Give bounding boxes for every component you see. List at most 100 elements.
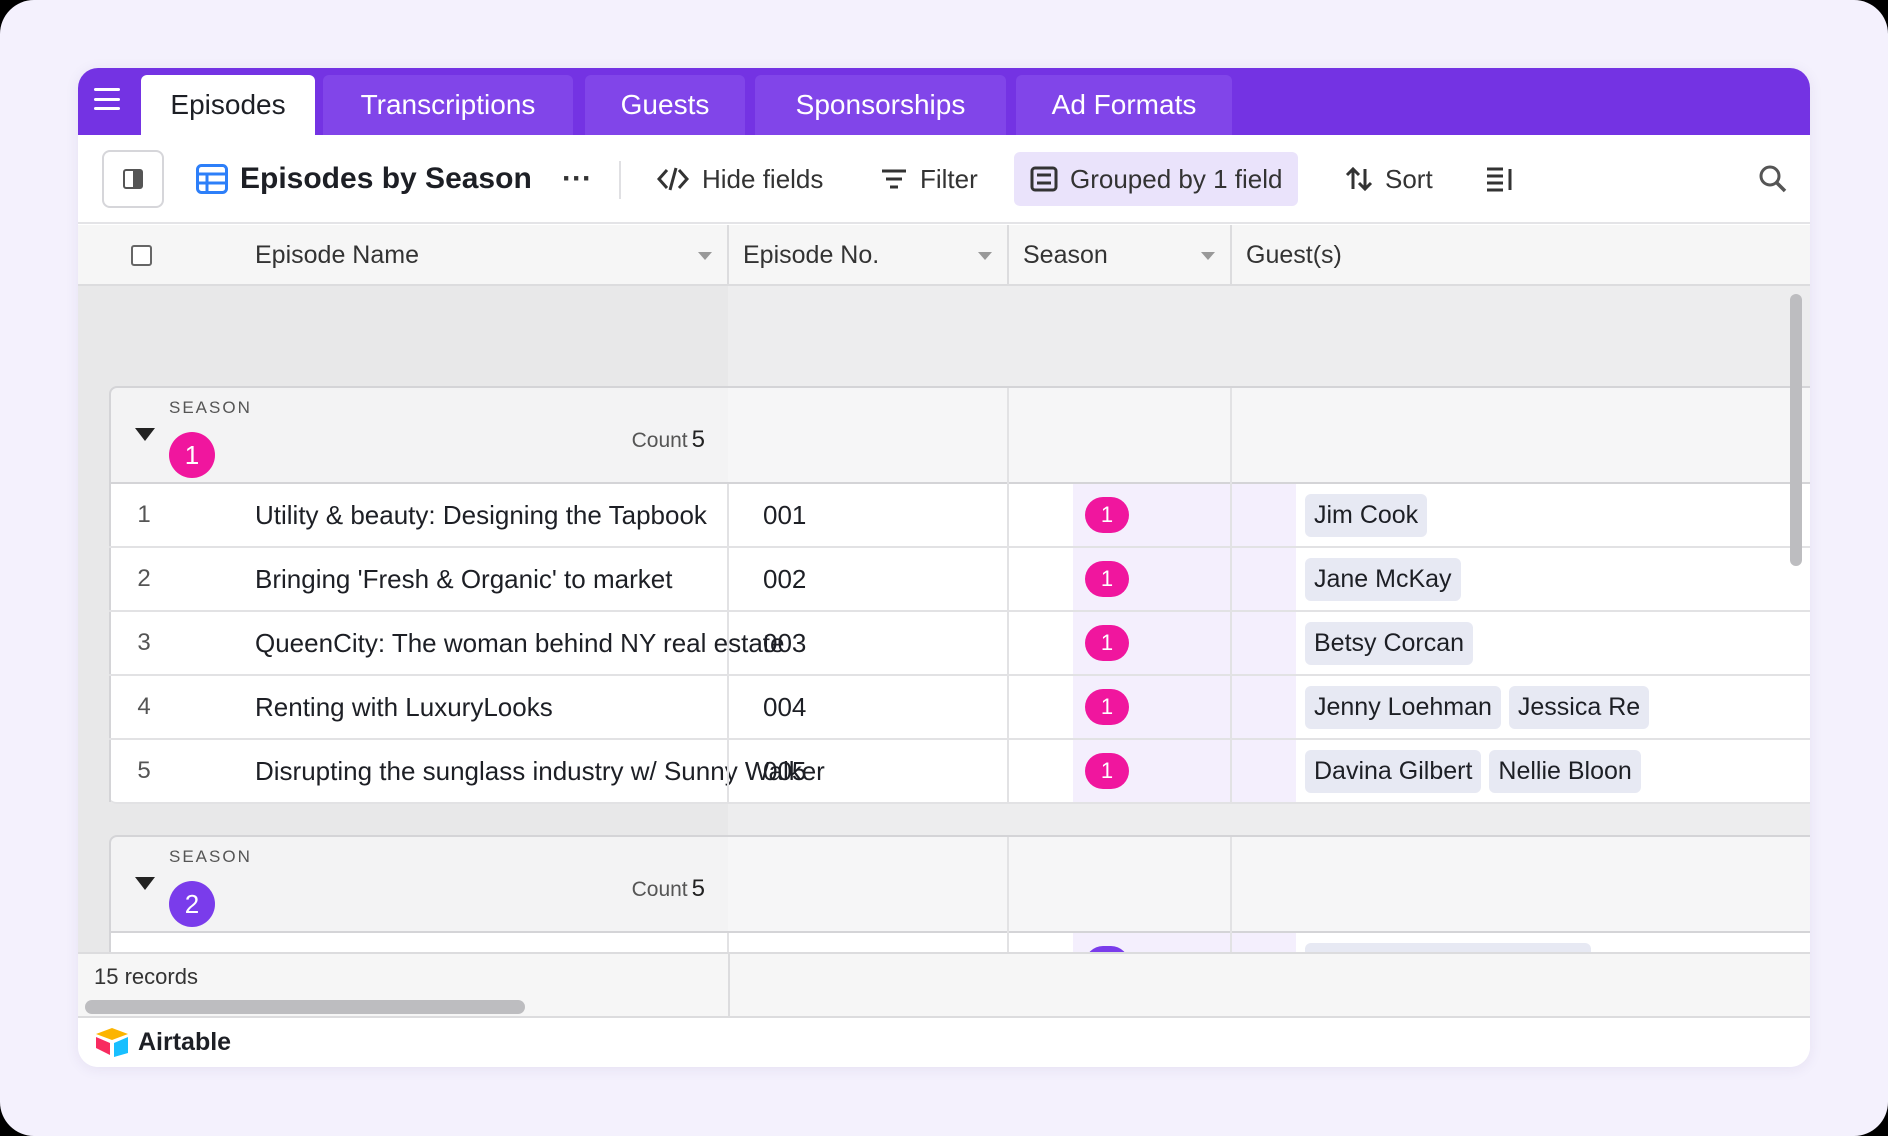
guest-cell[interactable]: Jenny Loehman Jessica Re — [1297, 676, 1810, 738]
table-row[interactable]: 1 Utility & beauty: Designing the Tapboo… — [109, 484, 1810, 548]
episode-name-cell[interactable]: Renting with LuxuryLooks — [255, 676, 553, 738]
group-count: Count 5 — [631, 875, 705, 902]
filter-label: Filter — [920, 163, 978, 194]
guest-chip[interactable]: Jane McKay — [1305, 558, 1461, 601]
episode-no-cell[interactable]: 001 — [763, 484, 806, 546]
table-tab-bar: Episodes Transcriptions Guests Sponsorsh… — [78, 68, 1810, 135]
sidebar-toggle-button[interactable] — [102, 150, 164, 208]
column-header-guests[interactable]: Guest(s) — [1232, 225, 1810, 286]
collapse-triangle-icon[interactable] — [135, 877, 155, 890]
group-icon — [1030, 166, 1058, 192]
guest-cell[interactable]: Davina Gilbert Nellie Bloon — [1297, 740, 1810, 802]
season-cell[interactable]: 1 — [1073, 484, 1296, 546]
toolbar-divider — [619, 161, 621, 199]
vertical-scrollbar[interactable] — [1790, 294, 1802, 566]
column-label: Episode No. — [743, 241, 880, 269]
sort-label: Sort — [1385, 163, 1433, 194]
hide-fields-button[interactable]: Hide fields — [656, 152, 823, 206]
group-header-season-2[interactable]: SEASON 2 Count 5 — [109, 835, 729, 933]
column-header-row: Episode Name Episode No. Season Guest(s) — [78, 225, 1810, 286]
row-height-icon — [1487, 167, 1512, 192]
group-field-label: SEASON — [169, 398, 252, 417]
guest-cell[interactable]: Jane McKay — [1297, 548, 1810, 610]
guest-chip[interactable]: Stacie Phillips-Blackwell — [1305, 943, 1592, 952]
episode-name-cell[interactable]: QueenCity: The woman behind NY real esta… — [255, 612, 784, 674]
episode-name-cell[interactable]: Bringing 'Fresh & Organic' to market — [255, 548, 672, 610]
chevron-down-icon[interactable] — [698, 252, 712, 260]
episode-no-cell[interactable]: 005 — [763, 740, 806, 802]
season-pill: 1 — [1085, 689, 1129, 725]
row-number: 4 — [137, 693, 151, 720]
tab-guests[interactable]: Guests — [585, 75, 745, 135]
guest-chip[interactable]: Jim Cook — [1305, 494, 1428, 537]
table-row[interactable]: 5 Disrupting the sunglass industry w/ Su… — [109, 740, 1810, 804]
season-cell[interactable]: 1 — [1073, 676, 1296, 738]
column-label: Guest(s) — [1246, 241, 1342, 269]
group-button[interactable]: Grouped by 1 field — [1014, 152, 1299, 206]
row-number: 5 — [137, 757, 151, 784]
filter-icon — [882, 169, 906, 189]
episode-no-cell[interactable]: 006 — [763, 933, 806, 953]
guest-chip[interactable]: Jessica Re — [1508, 686, 1650, 729]
column-label: Episode Name — [255, 241, 419, 269]
group-header-season-1[interactable]: SEASON 1 Count 5 — [109, 386, 729, 484]
select-all-checkbox[interactable] — [131, 245, 152, 266]
guest-cell[interactable]: Jim Cook — [1297, 484, 1810, 546]
brand-bar: Airtable — [78, 1018, 1810, 1067]
grid-footer: 15 records — [78, 952, 1810, 1018]
group-season-badge: 1 — [169, 432, 215, 478]
chevron-down-icon[interactable] — [978, 252, 992, 260]
row-number: 1 — [137, 501, 151, 528]
episode-no-cell[interactable]: 002 — [763, 548, 806, 610]
table-row[interactable]: 2 Bringing 'Fresh & Organic' to market 0… — [109, 548, 1810, 612]
tab-episodes[interactable]: Episodes — [141, 75, 315, 135]
search-button[interactable] — [1758, 152, 1788, 206]
tab-sponsorships[interactable]: Sponsorships — [755, 75, 1006, 135]
table-row[interactable]: 3 QueenCity: The woman behind NY real es… — [109, 612, 1810, 676]
column-header-episode-name[interactable]: Episode Name — [241, 225, 728, 286]
guest-cell[interactable]: Betsy Corcan — [1297, 612, 1810, 674]
episode-name-cell[interactable]: How HandyBunny helped define an economy — [255, 933, 775, 953]
episode-name-cell[interactable]: Disrupting the sunglass industry w/ Sunn… — [255, 740, 825, 802]
sidebar-icon — [123, 169, 143, 189]
episode-no-cell[interactable]: 003 — [763, 612, 806, 674]
episode-name-cell[interactable]: Utility & beauty: Designing the Tapbook — [255, 484, 707, 546]
column-divider — [1007, 225, 1009, 286]
row-height-button[interactable] — [1485, 152, 1515, 206]
more-icon: ··· — [562, 162, 592, 195]
table-row[interactable]: 6 How HandyBunny helped define an econom… — [109, 933, 1810, 952]
group-season-badge: 2 — [169, 881, 215, 927]
table-row[interactable]: 4 Renting with LuxuryLooks 004 1 Jenny L… — [109, 676, 1810, 740]
guest-chip[interactable]: Jenny Loehman — [1305, 686, 1501, 729]
collapse-triangle-icon[interactable] — [135, 428, 155, 441]
brand-name: Airtable — [138, 1027, 232, 1056]
guest-chip[interactable]: Nellie Bloon — [1489, 750, 1641, 793]
season-cell[interactable]: 1 — [1073, 548, 1296, 610]
season-cell[interactable]: 1 — [1073, 612, 1296, 674]
view-switcher[interactable]: Episodes by Season — [196, 152, 532, 206]
horizontal-scrollbar[interactable] — [85, 1000, 525, 1014]
guest-chip[interactable]: Davina Gilbert — [1305, 750, 1482, 793]
view-more-button[interactable]: ··· — [562, 152, 592, 206]
filter-button[interactable]: Filter — [880, 152, 978, 206]
episode-no-cell[interactable]: 004 — [763, 676, 806, 738]
screenshot-frame: Episodes Transcriptions Guests Sponsorsh… — [0, 0, 1888, 1136]
menu-icon[interactable] — [94, 88, 120, 110]
airtable-logo[interactable]: Airtable — [94, 1027, 231, 1057]
guest-cell[interactable]: Stacie Phillips-Blackwell — [1297, 933, 1810, 952]
sort-button[interactable]: Sort — [1345, 152, 1433, 206]
tab-transcriptions[interactable]: Transcriptions — [323, 75, 573, 135]
chevron-down-icon[interactable] — [1201, 252, 1215, 260]
grid-body[interactable]: SEASON 1 Count 5 1 Utility & beauty: Desi… — [78, 286, 1810, 952]
season-cell[interactable]: 1 — [1073, 740, 1296, 802]
row-number: 2 — [137, 565, 151, 592]
column-header-season[interactable]: Season — [1009, 225, 1231, 286]
column-header-episode-no[interactable]: Episode No. — [729, 225, 1008, 286]
guest-chip[interactable]: Betsy Corcan — [1305, 622, 1474, 665]
season-cell[interactable]: 2 — [1073, 933, 1296, 952]
search-icon — [1759, 165, 1787, 193]
column-label: Season — [1023, 241, 1108, 269]
tab-ad-formats[interactable]: Ad Formats — [1016, 75, 1232, 135]
view-toolbar: Episodes by Season ··· Hide fields Filte… — [78, 135, 1810, 224]
row-number: 3 — [137, 629, 151, 656]
